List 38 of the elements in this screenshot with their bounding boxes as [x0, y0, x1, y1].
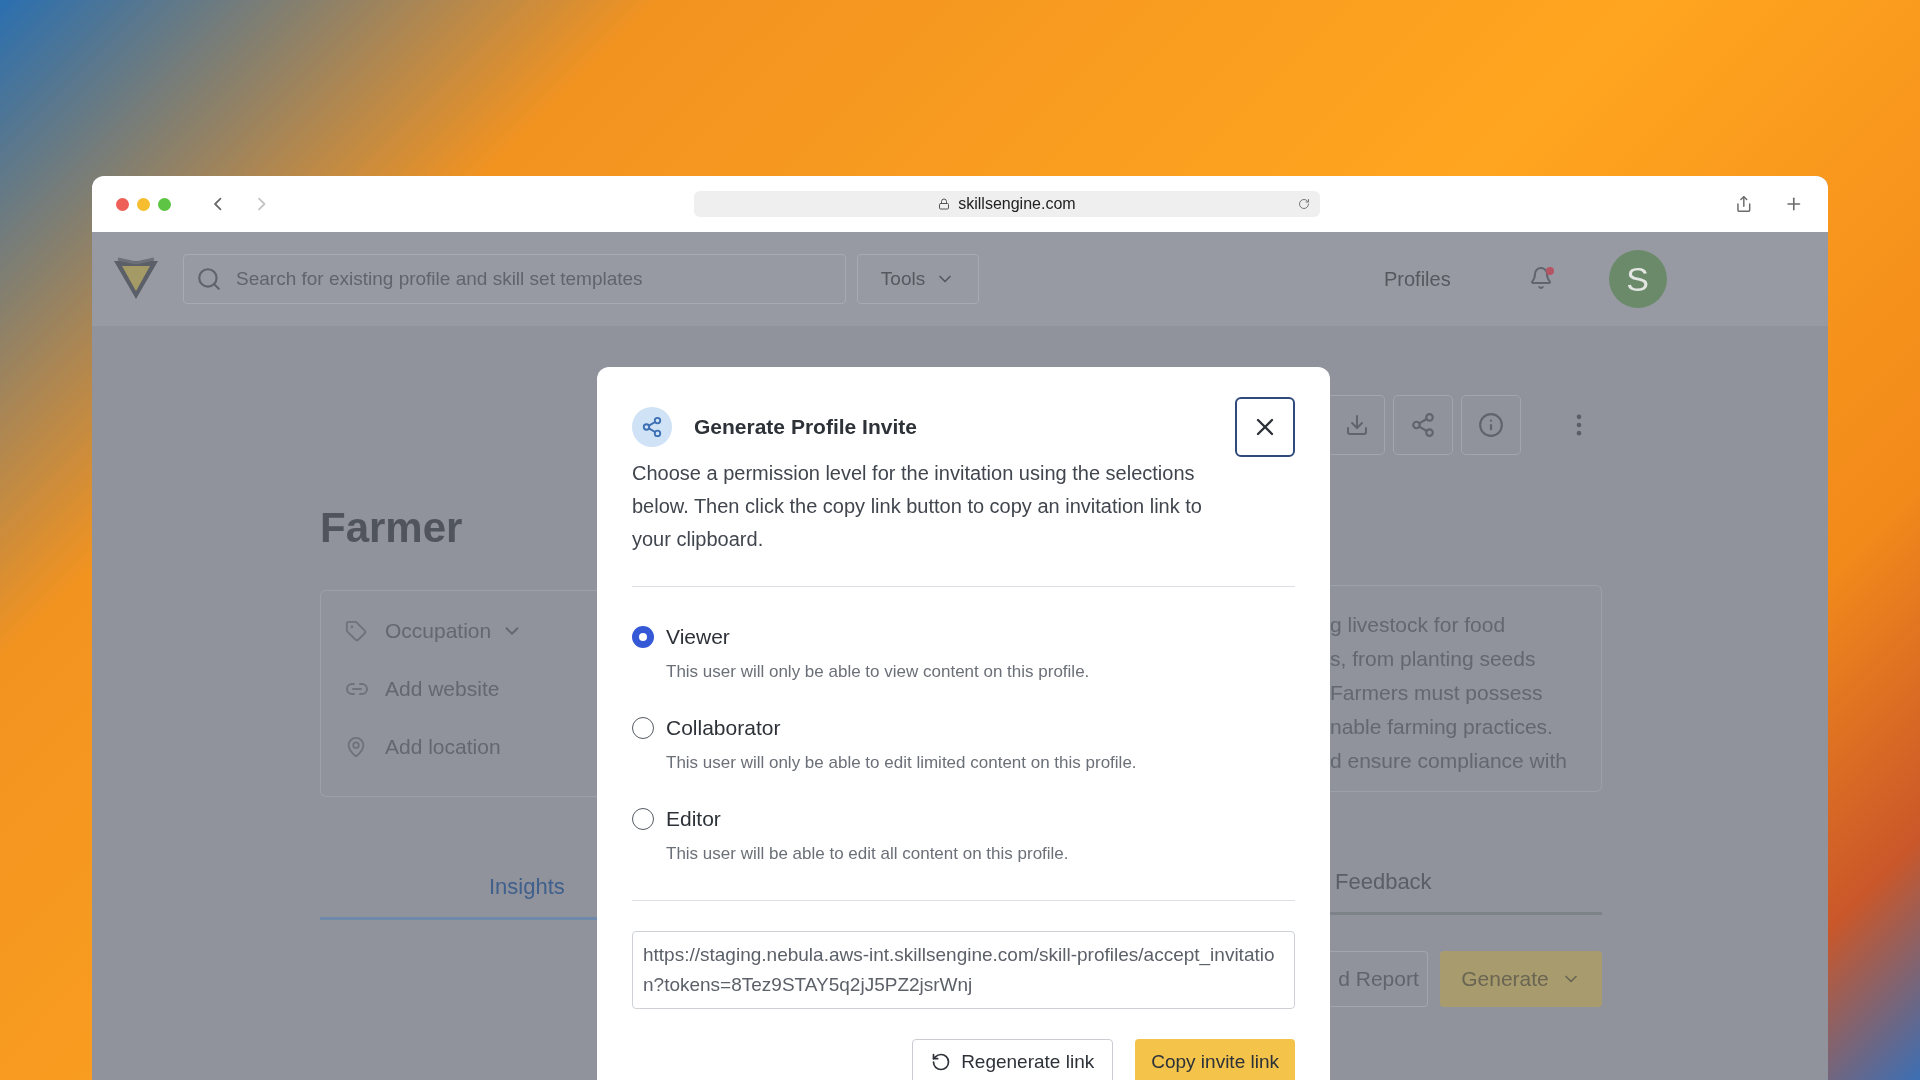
shield-logo-icon [112, 257, 160, 301]
option-description: This user will be able to edit all content on this profile. [666, 842, 1070, 865]
reload-icon[interactable] [1297, 198, 1310, 210]
share-button[interactable] [1393, 395, 1453, 455]
search-icon [196, 266, 222, 292]
option-label[interactable]: Editor [666, 803, 721, 835]
regenerate-link-button[interactable]: Regenerate link [912, 1039, 1114, 1080]
close-button[interactable] [1235, 397, 1295, 457]
share-icon [632, 407, 672, 447]
tag-icon [345, 620, 367, 642]
location-pin-icon [345, 736, 367, 758]
tab[interactable]: Insights [489, 870, 565, 903]
share-icon[interactable] [1734, 195, 1753, 213]
option-label[interactable]: Viewer [666, 621, 730, 653]
dialog-title: Generate Profile Invite [694, 414, 917, 441]
lock-icon [938, 198, 951, 210]
radio-button[interactable] [632, 625, 654, 648]
tools-dropdown[interactable]: Tools [857, 254, 979, 304]
profiles-link[interactable]: Profiles [1384, 264, 1451, 294]
radio-button[interactable] [632, 716, 654, 739]
info-icon [1478, 412, 1504, 438]
profile-title: Farmer [320, 503, 464, 553]
address-bar[interactable]: skillsengine.com [694, 191, 1320, 217]
radio-button[interactable] [632, 807, 654, 830]
bell-icon[interactable] [1528, 266, 1555, 292]
user-avatar[interactable]: S [1608, 250, 1667, 308]
option-label[interactable]: Collaborator [666, 712, 781, 744]
option-description: This user will only be able to edit limited content on this profile. [666, 751, 1138, 774]
generate-dropdown-button[interactable]: Generate [1440, 951, 1602, 1007]
share-icon [1410, 412, 1436, 438]
dialog-description: Choose a permission level for the invitation using the selections below. Then click the copy link button to copy an invitation link to your clipboard. [632, 461, 1203, 552]
invite-link-field[interactable]: https://staging.nebula.aws-int.skillsengine.com/skill-profiles/accept_invitation?tokens=8Tez9STAY5q2jJ5PZ2jsrWnj [632, 931, 1295, 1009]
refresh-icon [931, 1052, 952, 1072]
option-description: This user will only be able to view content on this profile. [666, 660, 1091, 683]
copy-link-button[interactable]: Copy invite link [1135, 1039, 1295, 1080]
download-icon [1345, 413, 1369, 437]
info-button[interactable] [1461, 395, 1521, 455]
url-text: skillsengine.com [958, 194, 1076, 214]
